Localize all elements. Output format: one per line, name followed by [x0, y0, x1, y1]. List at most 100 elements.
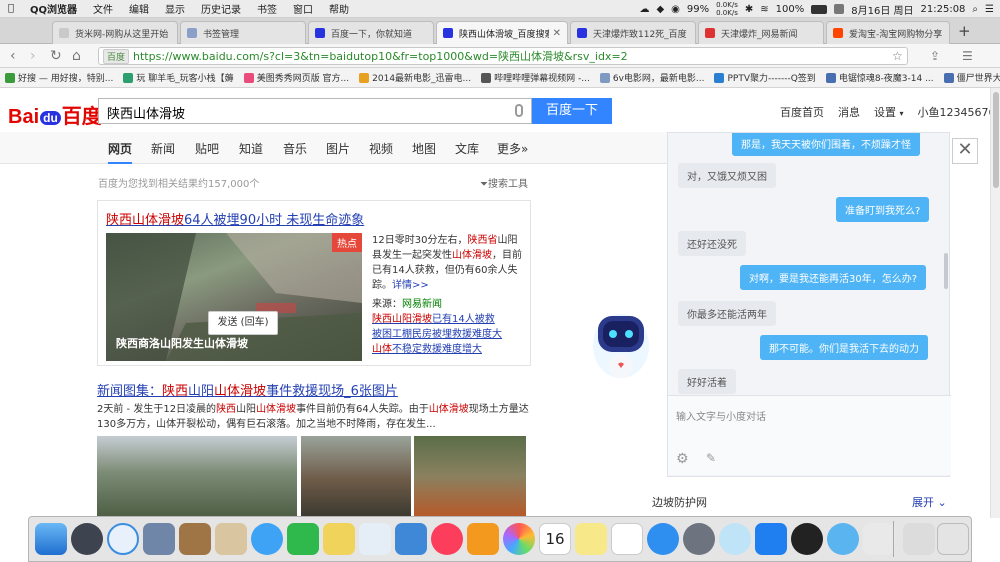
photos-icon[interactable]	[503, 523, 535, 555]
xiaodu-robot-icon[interactable]	[590, 306, 652, 386]
chat-scrollbar[interactable]	[944, 253, 948, 289]
menu-window[interactable]: 窗口	[285, 1, 321, 16]
bookmark-meitu[interactable]: 美图秀秀网页版 官方...	[239, 71, 354, 84]
downloads-icon[interactable]	[903, 523, 935, 555]
result-image[interactable]	[414, 436, 526, 516]
pages-icon[interactable]	[323, 523, 355, 555]
preview-icon[interactable]	[215, 523, 247, 555]
chat-input[interactable]: 输入文字与小度对话 ⚙ ✎	[668, 395, 951, 475]
link-messages[interactable]: 消息	[838, 104, 860, 120]
microphone-icon[interactable]	[515, 104, 523, 117]
user-name[interactable]: 小鱼12345676 ▾	[918, 104, 1000, 120]
messages-icon[interactable]	[251, 523, 283, 555]
mail-bird-icon[interactable]	[143, 523, 175, 555]
menu-edit[interactable]: 编辑	[121, 1, 157, 16]
reminders-icon[interactable]	[611, 523, 643, 555]
tab-taobao[interactable]: 爱淘宝-淘宝网购物分享	[826, 21, 950, 44]
bookmark-pptv[interactable]: PPTV聚力-------Q签到	[709, 71, 820, 84]
tab-music[interactable]: 音乐	[283, 140, 307, 157]
search-button[interactable]: 百度一下	[532, 98, 612, 124]
tab-tieba[interactable]: 贴吧	[195, 140, 219, 157]
tab-tianjin-baidu[interactable]: 天津爆炸致112死_百度	[570, 21, 696, 44]
app-menu[interactable]: QQ浏览器	[22, 1, 85, 16]
related-link[interactable]: 被困工棚民房被埋救援难度大	[372, 327, 528, 342]
battery-icon[interactable]	[811, 4, 828, 14]
star-icon[interactable]: ☆	[892, 47, 903, 65]
qq-icon[interactable]	[791, 523, 823, 555]
launchpad-icon[interactable]	[71, 523, 103, 555]
related-link[interactable]: 陕西山阳滑坡已有14人被救	[372, 312, 528, 327]
menu-file[interactable]: 文件	[85, 1, 121, 16]
send-button[interactable]: 发送 (回车)	[208, 311, 278, 335]
input-source-icon[interactable]	[834, 4, 845, 14]
bluetooth-icon[interactable]: ✱	[745, 4, 753, 15]
close-tab-icon[interactable]: ✕	[553, 28, 561, 39]
tab-webpage[interactable]: 网页	[108, 140, 133, 164]
itunes-icon[interactable]	[431, 523, 463, 555]
document-icon[interactable]	[863, 523, 895, 555]
finder-icon[interactable]	[35, 523, 67, 555]
shield-icon[interactable]: ◆	[656, 4, 664, 15]
home-icon[interactable]: ⌂	[72, 47, 81, 65]
expand-link[interactable]: 展开 ⌄	[912, 494, 947, 510]
details-link[interactable]: 详情>>	[392, 280, 429, 291]
tab-huomi[interactable]: 货米网-网购从这里开始	[52, 21, 178, 44]
search-tools[interactable]: ⏷搜索工具	[480, 175, 528, 190]
trash-icon[interactable]	[937, 523, 969, 555]
menu-help[interactable]: 帮助	[321, 1, 357, 16]
tencent-pc-manager-icon[interactable]	[755, 523, 787, 555]
link-baidu-home[interactable]: 百度首页	[780, 104, 824, 120]
tab-images[interactable]: 图片	[326, 140, 350, 157]
tab-map[interactable]: 地图	[412, 140, 436, 157]
tab-wenku[interactable]: 文库	[455, 140, 479, 157]
edit-icon[interactable]: ✎	[706, 451, 716, 465]
news-card-title[interactable]: 陕西山体滑坡64人被埋90小时 未现生命迹象	[106, 209, 364, 228]
bookmark-wanke[interactable]: 玩 聊羊毛_玩客小栈【薅	[118, 71, 238, 84]
qq-assistant-icon[interactable]	[827, 523, 859, 555]
close-chat-icon[interactable]: ✕	[952, 138, 978, 164]
result-image[interactable]	[97, 436, 297, 516]
cloud-icon[interactable]: ☁	[639, 4, 649, 15]
menu-bookmarks[interactable]: 书签	[249, 1, 285, 16]
apple-icon[interactable]: 	[0, 3, 22, 14]
bookmark-haosou[interactable]: 好搜 — 用好搜，特别...	[0, 71, 118, 84]
spotlight-icon[interactable]: ⌕	[972, 4, 978, 15]
time[interactable]: 21:25:08	[921, 4, 966, 15]
news-card-image[interactable]: 热点 陕西商洛山阳发生山体滑坡	[106, 233, 362, 361]
back-button[interactable]: ‹	[10, 47, 16, 65]
record-icon[interactable]: ◉	[671, 4, 680, 15]
baidu-logo[interactable]: Bai du 百度	[8, 100, 102, 129]
tab-video[interactable]: 视频	[369, 140, 393, 157]
notes-icon[interactable]	[575, 523, 607, 555]
keynote-icon[interactable]	[395, 523, 427, 555]
date[interactable]: 8月16日 周日	[851, 2, 913, 17]
qq-browser-icon[interactable]	[719, 523, 751, 555]
share-icon[interactable]: ⇪	[930, 47, 940, 65]
page-scrollbar[interactable]	[990, 88, 1000, 518]
tab-more[interactable]: 更多»	[497, 140, 528, 157]
wifi-icon[interactable]: ≋	[760, 4, 768, 15]
url-text[interactable]: https://www.baidu.com/s?cl=3&tn=baidutop…	[133, 48, 628, 64]
forward-button[interactable]: ›	[30, 47, 36, 65]
new-tab-button[interactable]: +	[958, 22, 971, 40]
menu-view[interactable]: 显示	[157, 1, 193, 16]
tab-zhidao[interactable]: 知道	[239, 140, 263, 157]
tab-search-results[interactable]: 陕西山体滑坡_百度搜索 ✕	[436, 21, 568, 44]
safari-icon[interactable]	[107, 523, 139, 555]
system-preferences-icon[interactable]	[683, 523, 715, 555]
scrollbar-thumb[interactable]	[993, 92, 999, 188]
notification-icon[interactable]: ☰	[985, 4, 994, 15]
numbers-icon[interactable]	[359, 523, 391, 555]
tab-news[interactable]: 新闻	[151, 140, 175, 157]
link-settings[interactable]: 设置 ▾	[874, 104, 904, 120]
result-image[interactable]	[301, 436, 411, 516]
bookmark-xunlei[interactable]: 2014最新电影_迅雷电...	[354, 71, 476, 84]
bookmark-6v[interactable]: 6v电影网，最新电影...	[595, 71, 710, 84]
app-store-icon[interactable]	[647, 523, 679, 555]
calendar-icon[interactable]: 16	[539, 523, 571, 555]
menu-history[interactable]: 历史记录	[193, 1, 249, 16]
related-link[interactable]: 山体不稳定救援难度增大	[372, 342, 528, 357]
settings-icon[interactable]: ⚙	[676, 451, 689, 467]
bookmark-zombie[interactable]: 僵尸世界大战2-...	[939, 71, 1000, 84]
bookmark-saw[interactable]: 电锯惊魂8-夜魔3-14 ...	[821, 71, 939, 84]
